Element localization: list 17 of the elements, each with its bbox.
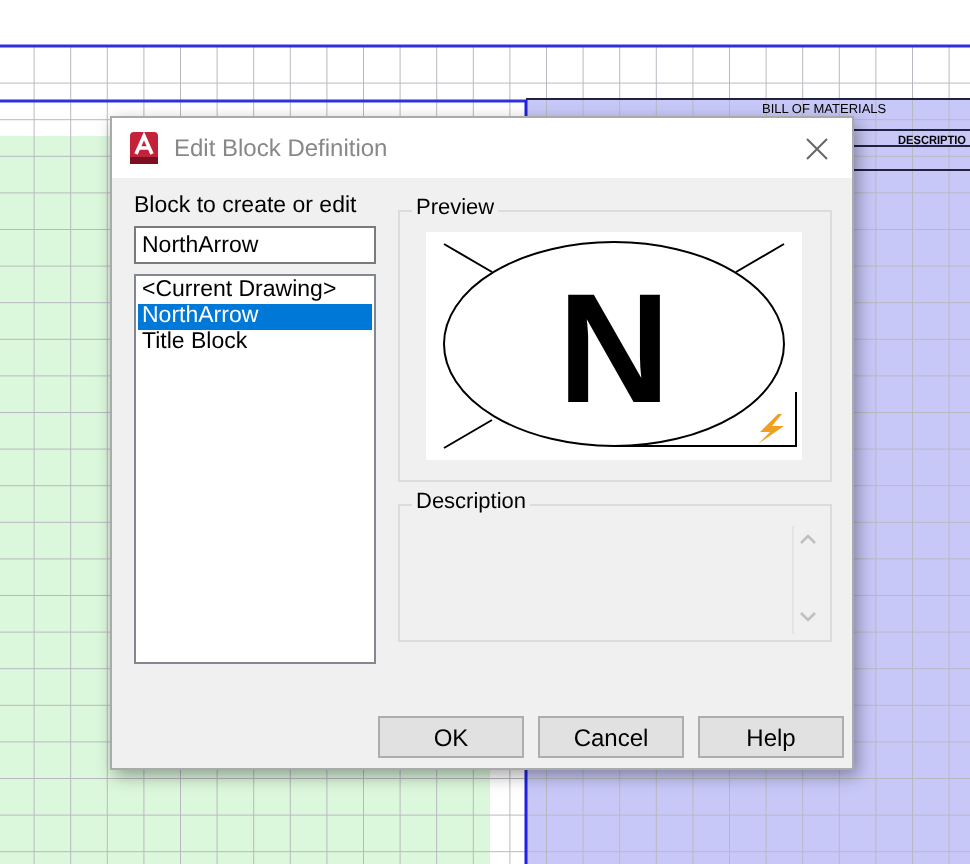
block-list-item[interactable]: NorthArrow bbox=[138, 304, 372, 330]
block-list-item[interactable]: <Current Drawing> bbox=[138, 278, 372, 304]
dialog-button[interactable]: Help bbox=[698, 716, 844, 758]
app-icon bbox=[130, 132, 158, 164]
close-icon[interactable] bbox=[806, 137, 828, 159]
group-title: Preview bbox=[412, 196, 499, 220]
dialog-button[interactable]: Cancel bbox=[538, 716, 684, 758]
dialog-button[interactable]: OK bbox=[378, 716, 524, 758]
block-name-field[interactable]: NorthArrow bbox=[134, 226, 376, 264]
block-list[interactable]: <Current Drawing> NorthArrow Title Block bbox=[134, 274, 376, 664]
window-title: Edit Block Definition bbox=[174, 134, 390, 162]
block-preview: N bbox=[426, 232, 802, 460]
scroll-up-icon[interactable] bbox=[800, 534, 816, 544]
group-title: Description bbox=[412, 490, 531, 514]
scroll-down-icon[interactable] bbox=[800, 612, 816, 622]
block-list-item[interactable]: Title Block bbox=[138, 330, 372, 356]
field-label: Block to create or edit bbox=[134, 194, 359, 222]
